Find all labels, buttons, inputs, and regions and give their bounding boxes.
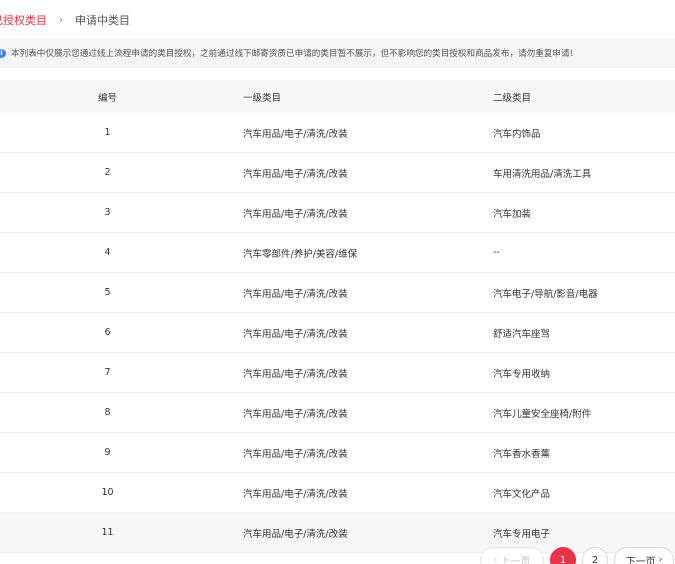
row-no: 8 [104,407,111,418]
row-no: 7 [104,367,111,378]
header-level1: 一级类目 [243,92,282,104]
table-row: 3 汽车用品/电子/清洗/改装 汽车加装 [0,193,675,233]
table-row: 9 汽车用品/电子/清洗/改装 汽车香水香薰 [0,433,675,473]
row-level2: 汽车儿童安全座椅/附件 [493,408,592,420]
row-level1: 汽车用品/电子/清洗/改装 [243,128,348,140]
row-level2: 车用清洗用品/清洗工具 [493,168,592,180]
notice-text: 本列表中仅展示您通过线上流程申请的类目授权，之前通过线下邮寄资质已申请的类目暂不… [11,49,574,59]
row-level2: 汽车文化产品 [493,488,551,500]
row-level1: 汽车零部件/养护/美容/维保 [243,248,358,260]
row-no: 2 [104,167,111,178]
chevron-right-icon: › [658,555,663,564]
page: 已授权类目 › 申请中类目 i 本列表中仅展示您通过线上流程申请的类目授权，之前… [0,0,675,564]
notice-bar: i 本列表中仅展示您通过线上流程申请的类目授权，之前通过线下邮寄资质已申请的类目… [0,38,675,68]
table-row: 10 汽车用品/电子/清洗/改装 汽车文化产品 [0,473,675,513]
row-level1: 汽车用品/电子/清洗/改装 [243,328,348,340]
table-row: 2 汽车用品/电子/清洗/改装 车用清洗用品/清洗工具 [0,153,675,193]
row-level1: 汽车用品/电子/清洗/改装 [243,288,348,300]
row-level2: 舒适汽车座驾 [493,328,551,340]
row-level2: -- [493,247,500,258]
next-page-button[interactable]: 下一页 › [614,547,674,564]
next-page-label: 下一页 [625,556,656,564]
table-row: 8 汽车用品/电子/清洗/改装 汽车儿童安全座椅/附件 [0,393,675,433]
table-row: 7 汽车用品/电子/清洗/改装 汽车专用收纳 [0,353,675,393]
tab-separator: › [59,14,63,26]
table-row: 5 汽车用品/电子/清洗/改装 汽车电子/导航/影音/电器 [0,273,675,313]
row-level1: 汽车用品/电子/清洗/改装 [243,408,348,420]
tab-authorized-categories[interactable]: 已授权类目 [0,12,47,28]
pagination: ‹ 上一页 1 2 下一页 › [480,546,675,564]
info-icon: i [0,48,6,58]
row-level2: 汽车加装 [493,208,532,220]
row-no: 3 [104,207,111,218]
row-no: 9 [104,447,111,458]
row-level2: 汽车电子/导航/影音/电器 [493,288,598,300]
table-row: 1 汽车用品/电子/清洗/改装 汽车内饰品 [0,113,675,153]
page-2-button[interactable]: 2 [582,547,608,564]
prev-page-label: 上一页 [500,556,531,564]
row-level1: 汽车用品/电子/清洗/改装 [243,168,348,180]
row-level1: 汽车用品/电子/清洗/改装 [243,488,348,500]
row-level2: 汽车专用电子 [493,528,551,540]
row-no: 10 [101,487,114,498]
row-level1: 汽车用品/电子/清洗/改装 [243,448,348,460]
row-level2: 汽车专用收纳 [493,368,551,380]
row-level1: 汽车用品/电子/清洗/改装 [243,368,348,380]
row-no: 11 [101,527,114,538]
header-level2: 二级类目 [493,92,532,104]
table-row: 6 汽车用品/电子/清洗/改装 舒适汽车座驾 [0,313,675,353]
category-tabs: 已授权类目 › 申请中类目 [0,8,130,32]
row-level2: 汽车香水香薰 [493,448,551,460]
header-no: 编号 [97,92,117,104]
category-table: 编号 一级类目 二级类目 1 汽车用品/电子/清洗/改装 汽车内饰品 2 汽车用… [0,80,675,553]
prev-page-button[interactable]: ‹ 上一页 [480,547,544,564]
table-row: 4 汽车零部件/养护/美容/维保 -- [0,233,675,273]
tab-applying-categories[interactable]: 申请中类目 [75,12,130,28]
row-no: 4 [104,247,111,258]
row-level1: 汽车用品/电子/清洗/改装 [243,208,348,220]
row-no: 1 [104,127,111,138]
chevron-left-icon: ‹ [493,555,498,564]
row-no: 5 [104,287,111,298]
row-level1: 汽车用品/电子/清洗/改装 [243,528,348,540]
row-level2: 汽车内饰品 [493,128,541,140]
table-header: 编号 一级类目 二级类目 [0,80,675,113]
row-no: 6 [104,327,111,338]
page-1-button[interactable]: 1 [550,547,576,564]
